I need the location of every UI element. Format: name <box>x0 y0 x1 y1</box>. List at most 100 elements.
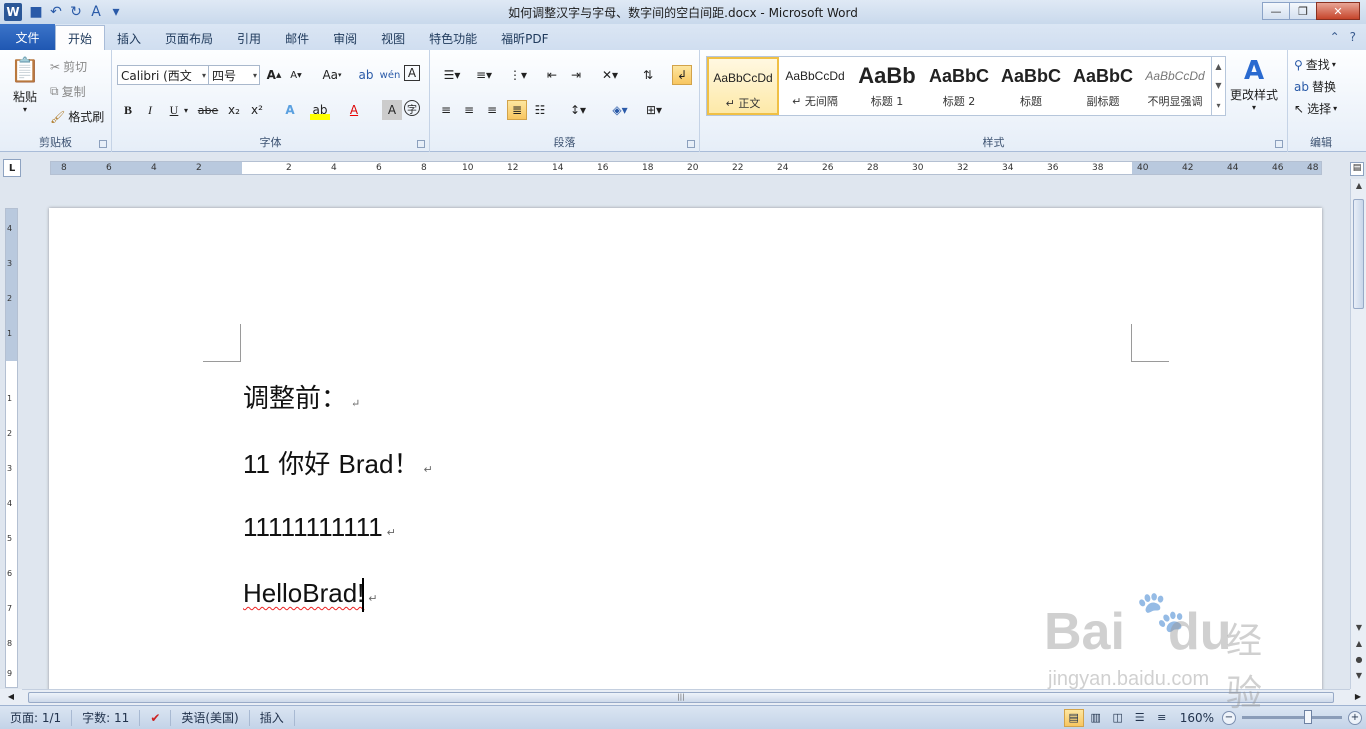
tab-references[interactable]: 引用 <box>225 26 273 50</box>
align-right-icon[interactable]: ≡ <box>482 100 502 120</box>
help-icon[interactable]: ? <box>1350 30 1356 44</box>
highlight-icon[interactable]: ab <box>310 100 330 120</box>
tab-selector[interactable]: L <box>3 159 21 177</box>
scroll-left-icon[interactable]: ◀ <box>0 689 22 705</box>
asian-layout-icon[interactable]: ✕▾ <box>596 65 624 85</box>
italic-button[interactable]: I <box>140 100 160 120</box>
tab-home[interactable]: 开始 <box>55 25 106 50</box>
word-count[interactable]: 字数: 11 <box>72 709 141 726</box>
vertical-ruler[interactable]: 4 3 2 1 1 2 3 4 5 6 7 8 9 <box>5 208 18 688</box>
restore-button[interactable]: ❐ <box>1289 2 1317 20</box>
distributed-icon[interactable]: ☷ <box>530 100 550 120</box>
scroll-thumb[interactable]: ||| <box>28 692 1334 703</box>
zoom-out-icon[interactable]: − <box>1222 710 1236 725</box>
justify-icon[interactable]: ≣ <box>507 100 527 120</box>
dialog-launcher-icon[interactable] <box>417 140 425 148</box>
style-title[interactable]: AaBbC 标题 <box>995 57 1067 115</box>
font-color-button[interactable]: A <box>344 100 364 120</box>
numbering-icon[interactable]: ≡▾ <box>470 65 498 85</box>
character-shading-icon[interactable]: A <box>382 100 402 120</box>
dialog-launcher-icon[interactable] <box>99 140 107 148</box>
view-ruler-icon[interactable]: ▤ <box>1350 162 1364 176</box>
document-page[interactable]: 调整前： ↵ 11 你好 Brad！ ↵ 11111111111 ↵ HelloBra… <box>49 208 1322 689</box>
increase-indent-icon[interactable]: ⇥ <box>566 65 586 85</box>
text-effects-icon[interactable]: A <box>280 100 300 120</box>
font-name-select[interactable]: Calibri (西文 ▾ <box>117 65 209 85</box>
tab-review[interactable]: 审阅 <box>321 26 369 50</box>
tab-features[interactable]: 特色功能 <box>417 26 489 50</box>
zoom-slider-thumb[interactable] <box>1304 710 1312 724</box>
sort-icon[interactable]: ⇅ <box>638 65 658 85</box>
superscript-button[interactable]: x² <box>247 100 267 120</box>
style-heading-2[interactable]: AaBbC 标题 2 <box>923 57 995 115</box>
chevron-down-icon[interactable]: ▾ <box>176 100 196 120</box>
strikethrough-button[interactable]: abe <box>198 100 219 120</box>
phonetic-guide-icon[interactable]: wén <box>380 65 401 85</box>
chevron-down-icon[interactable]: ▼ <box>1215 81 1221 90</box>
find-button[interactable]: ⚲ 查找 ▾ <box>1294 56 1336 73</box>
next-page-icon[interactable]: ▼ <box>1351 671 1366 685</box>
style-heading-1[interactable]: AaBb 标题 1 <box>851 57 923 115</box>
save-icon[interactable]: ■ <box>26 2 46 22</box>
horizontal-ruler[interactable]: 8 6 4 2 2 4 6 8 10 12 14 16 18 20 22 24 … <box>50 161 1322 175</box>
cut-button[interactable]: ✂ 剪切 <box>50 58 87 75</box>
customize-qat-icon[interactable]: ▾ <box>106 2 126 22</box>
enclose-characters-icon[interactable]: 字 <box>404 100 420 116</box>
scroll-up-icon[interactable]: ▲ <box>1351 181 1366 195</box>
zoom-level[interactable]: 160% <box>1180 711 1214 725</box>
scroll-down-icon[interactable]: ▼ <box>1351 623 1366 637</box>
browse-object-icon[interactable]: ● <box>1351 655 1366 669</box>
gallery-more-icon[interactable]: ▾ <box>1216 101 1220 110</box>
replace-button[interactable]: ab 替换 <box>1294 78 1336 95</box>
page-count[interactable]: 页面: 1/1 <box>0 709 73 726</box>
style-subtitle[interactable]: AaBbC 副标题 <box>1067 57 1139 115</box>
dialog-launcher-icon[interactable] <box>1275 140 1283 148</box>
shading-icon[interactable]: ◈▾ <box>606 100 634 120</box>
full-screen-reading-icon[interactable]: ▥ <box>1086 709 1106 727</box>
style-no-spacing[interactable]: AaBbCcDd ↵ 无间隔 <box>779 57 851 115</box>
tab-mailings[interactable]: 邮件 <box>273 26 321 50</box>
grow-font-button[interactable]: A ▲ <box>264 65 284 85</box>
show-formatting-marks-icon[interactable]: ↲ <box>672 65 692 85</box>
tab-file[interactable]: 文件 <box>0 24 55 50</box>
tab-insert[interactable]: 插入 <box>105 26 153 50</box>
previous-page-icon[interactable]: ▲ <box>1351 639 1366 653</box>
tab-page-layout[interactable]: 页面布局 <box>153 26 225 50</box>
draft-view-icon[interactable]: ≡ <box>1152 709 1172 727</box>
change-case-button[interactable]: Aa ▾ <box>318 65 346 85</box>
bold-button[interactable]: B <box>118 100 138 120</box>
align-left-icon[interactable]: ≡ <box>436 100 456 120</box>
insert-mode[interactable]: 插入 <box>250 709 295 726</box>
select-button[interactable]: ↖ 选择 ▾ <box>1294 100 1337 117</box>
proofing-icon[interactable]: ✔ <box>140 709 172 726</box>
redo-icon[interactable]: ↻ <box>66 2 86 22</box>
paragraph-4[interactable]: HelloBrad! ↵ <box>243 578 378 613</box>
change-styles-button[interactable]: A 更改样式 ▾ <box>1228 56 1280 112</box>
web-layout-icon[interactable]: ◫ <box>1108 709 1128 727</box>
chevron-up-icon[interactable]: ▲ <box>1215 62 1221 71</box>
paste-button[interactable]: 📋 粘贴 ▾ <box>8 56 42 114</box>
multilevel-list-icon[interactable]: ⋮▾ <box>504 65 532 85</box>
vertical-scrollbar[interactable]: ▲ ▼ ▲ ● ▼ <box>1350 179 1366 689</box>
scroll-right-icon[interactable]: ▶ <box>1350 689 1366 705</box>
zoom-in-icon[interactable]: + <box>1348 710 1362 725</box>
format-painter-button[interactable]: 🖌 格式刷 <box>50 108 104 125</box>
bullets-icon[interactable]: ☰▾ <box>438 65 466 85</box>
language-indicator[interactable]: 英语(美国) <box>171 709 250 726</box>
horizontal-scrollbar[interactable]: ||| <box>22 689 1350 705</box>
style-subtle-emphasis[interactable]: AaBbCcDd 不明显强调 <box>1139 57 1211 115</box>
paragraph-1[interactable]: 调整前： ↵ <box>243 378 360 415</box>
undo-icon[interactable]: ↶ <box>46 2 66 22</box>
text-effect-icon[interactable]: A <box>86 2 106 22</box>
close-button[interactable]: ✕ <box>1316 2 1360 20</box>
copy-button[interactable]: ⧉ 复制 <box>50 83 86 100</box>
decrease-indent-icon[interactable]: ⇤ <box>542 65 562 85</box>
zoom-slider[interactable] <box>1242 710 1342 724</box>
gallery-scroll[interactable]: ▲ ▼ ▾ <box>1211 57 1225 115</box>
style-normal[interactable]: AaBbCcDd ↵ 正文 <box>707 57 779 115</box>
clear-format-icon[interactable]: ab <box>356 65 376 85</box>
paragraph-3[interactable]: 11111111111 ↵ <box>243 512 396 543</box>
minimize-ribbon-icon[interactable]: ⌃ <box>1330 30 1340 44</box>
paragraph-2[interactable]: 11 你好 Brad！ ↵ <box>243 444 433 481</box>
outline-view-icon[interactable]: ☰ <box>1130 709 1150 727</box>
